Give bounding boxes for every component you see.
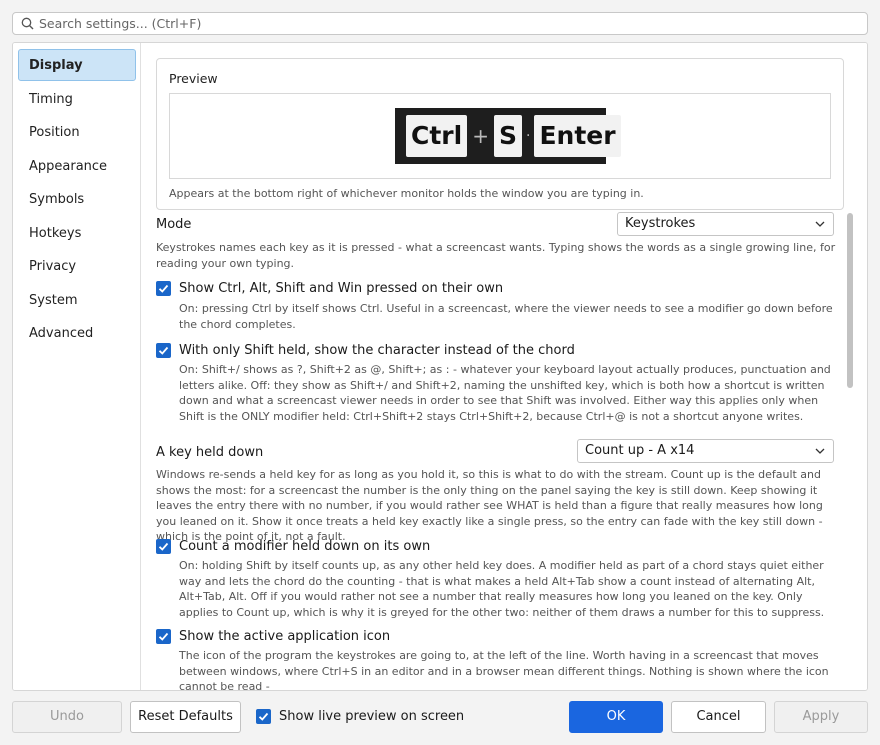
sidebar-item-privacy[interactable]: Privacy [18,250,136,282]
held-label: A key held down [156,445,264,460]
mod-alone-label: Show Ctrl, Alt, Shift and Win pressed on… [179,281,504,296]
undo-button[interactable]: Undo [12,701,122,733]
dot-separator: · [525,128,531,144]
reset-defaults-button[interactable]: Reset Defaults [130,701,241,733]
held-value: Count up - A x14 [585,443,695,458]
checkmark-icon [158,346,169,355]
key-ctrl: Ctrl [406,115,468,157]
app-icon-checkbox[interactable] [156,629,171,644]
sidebar-item-timing[interactable]: Timing [18,83,136,115]
vertical-scrollbar[interactable] [847,213,853,388]
preview-caption: Appears at the bottom right of whichever… [169,187,644,200]
checkmark-icon [258,712,269,721]
sidebar-item-hotkeys[interactable]: Hotkeys [18,217,136,249]
mode-select[interactable]: Keystrokes [617,212,834,236]
sidebar-item-symbols[interactable]: Symbols [18,183,136,215]
count-mod-description: On: holding Shift by itself counts up, a… [179,559,825,619]
preview-box: Ctrl + S · Enter [169,93,831,179]
live-preview-label: Show live preview on screen [279,709,465,724]
mod-alone-description: On: pressing Ctrl by itself shows Ctrl. … [179,302,833,331]
chevron-down-icon [815,221,825,227]
shift-char-description: On: Shift+/ shows as ?, Shift+2 as @, Sh… [179,363,831,423]
search-placeholder: Search settings... (Ctrl+F) [39,16,202,31]
shift-char-checkbox[interactable] [156,343,171,358]
live-preview-row[interactable]: Show live preview on screen [256,709,464,724]
live-preview-checkbox[interactable] [256,709,271,724]
key-s: S [493,115,522,157]
app-icon-label: Show the active application icon [179,629,391,644]
checkmark-icon [158,284,169,293]
held-select[interactable]: Count up - A x14 [577,439,834,463]
checkmark-icon [158,632,169,641]
mode-value: Keystrokes [625,216,696,231]
sidebar: Display Timing Position Appearance Symbo… [13,43,141,690]
count-mod-checkbox[interactable] [156,539,171,554]
ok-button[interactable]: OK [569,701,663,733]
count-mod-row[interactable]: Count a modifier held down on its own [156,539,430,554]
sidebar-item-system[interactable]: System [18,284,136,316]
chevron-down-icon [815,448,825,454]
count-mod-label: Count a modifier held down on its own [179,539,431,554]
settings-frame: Display Timing Position Appearance Symbo… [12,42,868,691]
sidebar-item-appearance[interactable]: Appearance [18,150,136,182]
key-enter: Enter [534,115,621,157]
sidebar-item-advanced[interactable]: Advanced [18,317,136,349]
app-icon-description: The icon of the program the keystrokes a… [179,649,829,690]
app-icon-row[interactable]: Show the active application icon [156,629,390,644]
mod-alone-checkbox[interactable] [156,281,171,296]
preview-title: Preview [169,71,218,86]
plus-separator: + [472,124,489,148]
mode-description: Keystrokes names each key as it is press… [156,241,836,270]
apply-button[interactable]: Apply [774,701,868,733]
checkmark-icon [158,542,169,551]
keystroke-preview: Ctrl + S · Enter [395,108,621,164]
shift-char-row[interactable]: With only Shift held, show the character… [156,343,575,358]
search-box[interactable]: Search settings... (Ctrl+F) [12,12,868,35]
held-description: Windows re-sends a held key for as long … [156,468,823,543]
mod-alone-row[interactable]: Show Ctrl, Alt, Shift and Win pressed on… [156,281,503,296]
mode-label: Mode [156,217,192,232]
sidebar-item-position[interactable]: Position [18,116,136,148]
cancel-button[interactable]: Cancel [671,701,766,733]
preview-group: Preview Ctrl + S · Enter Appears at the … [156,58,844,210]
search-icon [21,17,34,30]
sidebar-item-display[interactable]: Display [18,49,136,81]
settings-content: Preview Ctrl + S · Enter Appears at the … [142,43,867,690]
shift-char-label: With only Shift held, show the character… [179,343,575,358]
